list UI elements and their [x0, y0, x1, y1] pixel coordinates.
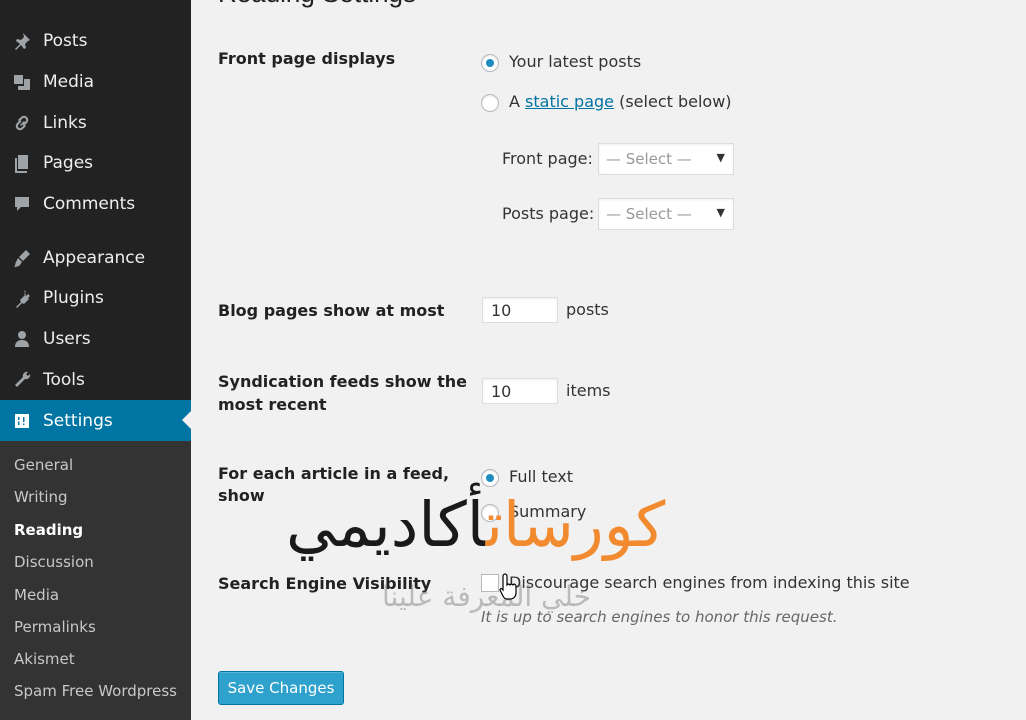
radio-latest-posts[interactable]: [481, 54, 499, 72]
radio-full-text-label: Full text: [509, 467, 574, 486]
front-page-select-label: Front page:: [502, 149, 593, 168]
posts-per-page-input[interactable]: 10: [482, 297, 558, 323]
pin-icon: [11, 30, 33, 52]
save-changes-button[interactable]: Save Changes: [218, 671, 344, 705]
user-icon: [11, 328, 33, 350]
media-icon: [11, 71, 33, 93]
sidebar-item-label: Tools: [43, 370, 85, 390]
caret-down-icon: ▼: [716, 206, 725, 219]
sidebar-item-label: Comments: [43, 194, 136, 214]
submenu-media[interactable]: Media: [14, 586, 59, 604]
radio-latest-posts-label: Your latest posts: [509, 52, 642, 71]
sidebar-item-label: Posts: [43, 31, 88, 51]
submenu-discussion[interactable]: Discussion: [14, 553, 94, 571]
feed-article-label-line2: show: [218, 486, 265, 505]
sidebar-item-users[interactable]: Users: [0, 319, 191, 359]
syndication-label-line1: Syndication feeds show the: [218, 372, 468, 391]
sidebar-item-plugins[interactable]: Plugins: [0, 278, 191, 318]
sidebar-item-links[interactable]: Links: [0, 103, 191, 143]
watermark-logo: كورساتأكاديمي: [286, 488, 666, 561]
settings-icon: [11, 410, 33, 432]
syndication-label-line2: most recent: [218, 395, 327, 414]
submenu-writing[interactable]: Writing: [14, 488, 68, 506]
sidebar-item-settings[interactable]: Settings: [0, 400, 191, 441]
front-page-select[interactable]: — Select — ▼: [598, 143, 734, 175]
submenu-general[interactable]: General: [14, 456, 73, 474]
comment-icon: [11, 193, 33, 215]
sidebar-item-posts[interactable]: Posts: [0, 21, 191, 61]
static-page-link[interactable]: static page: [525, 92, 614, 111]
watermark-tagline: خلي المعرفة علينا: [382, 580, 591, 613]
front-page-select-value: — Select —: [606, 150, 692, 168]
feed-items-unit: items: [566, 381, 611, 400]
posts-page-select[interactable]: — Select — ▼: [598, 198, 734, 230]
settings-submenu: General Writing Reading Discussion Media…: [0, 441, 191, 720]
posts-page-select-label: Posts page:: [502, 204, 595, 223]
feed-items-input[interactable]: 10: [482, 378, 558, 404]
sidebar-item-tools[interactable]: Tools: [0, 360, 191, 400]
link-icon: [11, 112, 33, 134]
wrench-icon: [11, 369, 33, 391]
radio-static-page-label: A static page (select below): [509, 92, 732, 111]
submenu-permalinks[interactable]: Permalinks: [14, 618, 96, 636]
plug-icon: [11, 287, 33, 309]
feed-article-label-line1: For each article in a feed,: [218, 464, 450, 483]
front-page-label: Front page displays: [218, 49, 396, 68]
sidebar-item-media[interactable]: Media: [0, 62, 191, 102]
sidebar-item-label: Media: [43, 72, 95, 92]
caret-down-icon: ▼: [716, 151, 725, 164]
blog-pages-label: Blog pages show at most: [218, 301, 445, 320]
hand-cursor-icon: [499, 573, 517, 600]
page-title: Reading Settings: [218, 0, 416, 9]
sidebar-item-label: Links: [43, 113, 87, 133]
submenu-spam-free-wordpress[interactable]: Spam Free Wordpress: [14, 682, 177, 700]
sidebar-item-pages[interactable]: Pages: [0, 143, 191, 183]
submenu-reading[interactable]: Reading: [14, 521, 83, 539]
sidebar-item-comments[interactable]: Comments: [0, 184, 191, 224]
radio-full-text[interactable]: [481, 469, 499, 487]
sidebar-item-label: Pages: [43, 153, 94, 173]
submenu-akismet[interactable]: Akismet: [14, 650, 75, 668]
brush-icon: [11, 247, 33, 269]
posts-page-select-value: — Select —: [606, 205, 692, 223]
sidebar-item-label: Plugins: [43, 288, 104, 308]
sidebar-item-label: Settings: [43, 410, 113, 431]
admin-sidebar: Posts Media Links Pages Comments Appeara…: [0, 0, 191, 720]
sidebar-item-label: Appearance: [43, 248, 146, 268]
posts-per-page-unit: posts: [566, 300, 609, 319]
sidebar-item-label: Users: [43, 329, 91, 349]
radio-static-page[interactable]: [481, 94, 499, 112]
pages-icon: [11, 152, 33, 174]
sidebar-item-appearance[interactable]: Appearance: [0, 238, 191, 278]
